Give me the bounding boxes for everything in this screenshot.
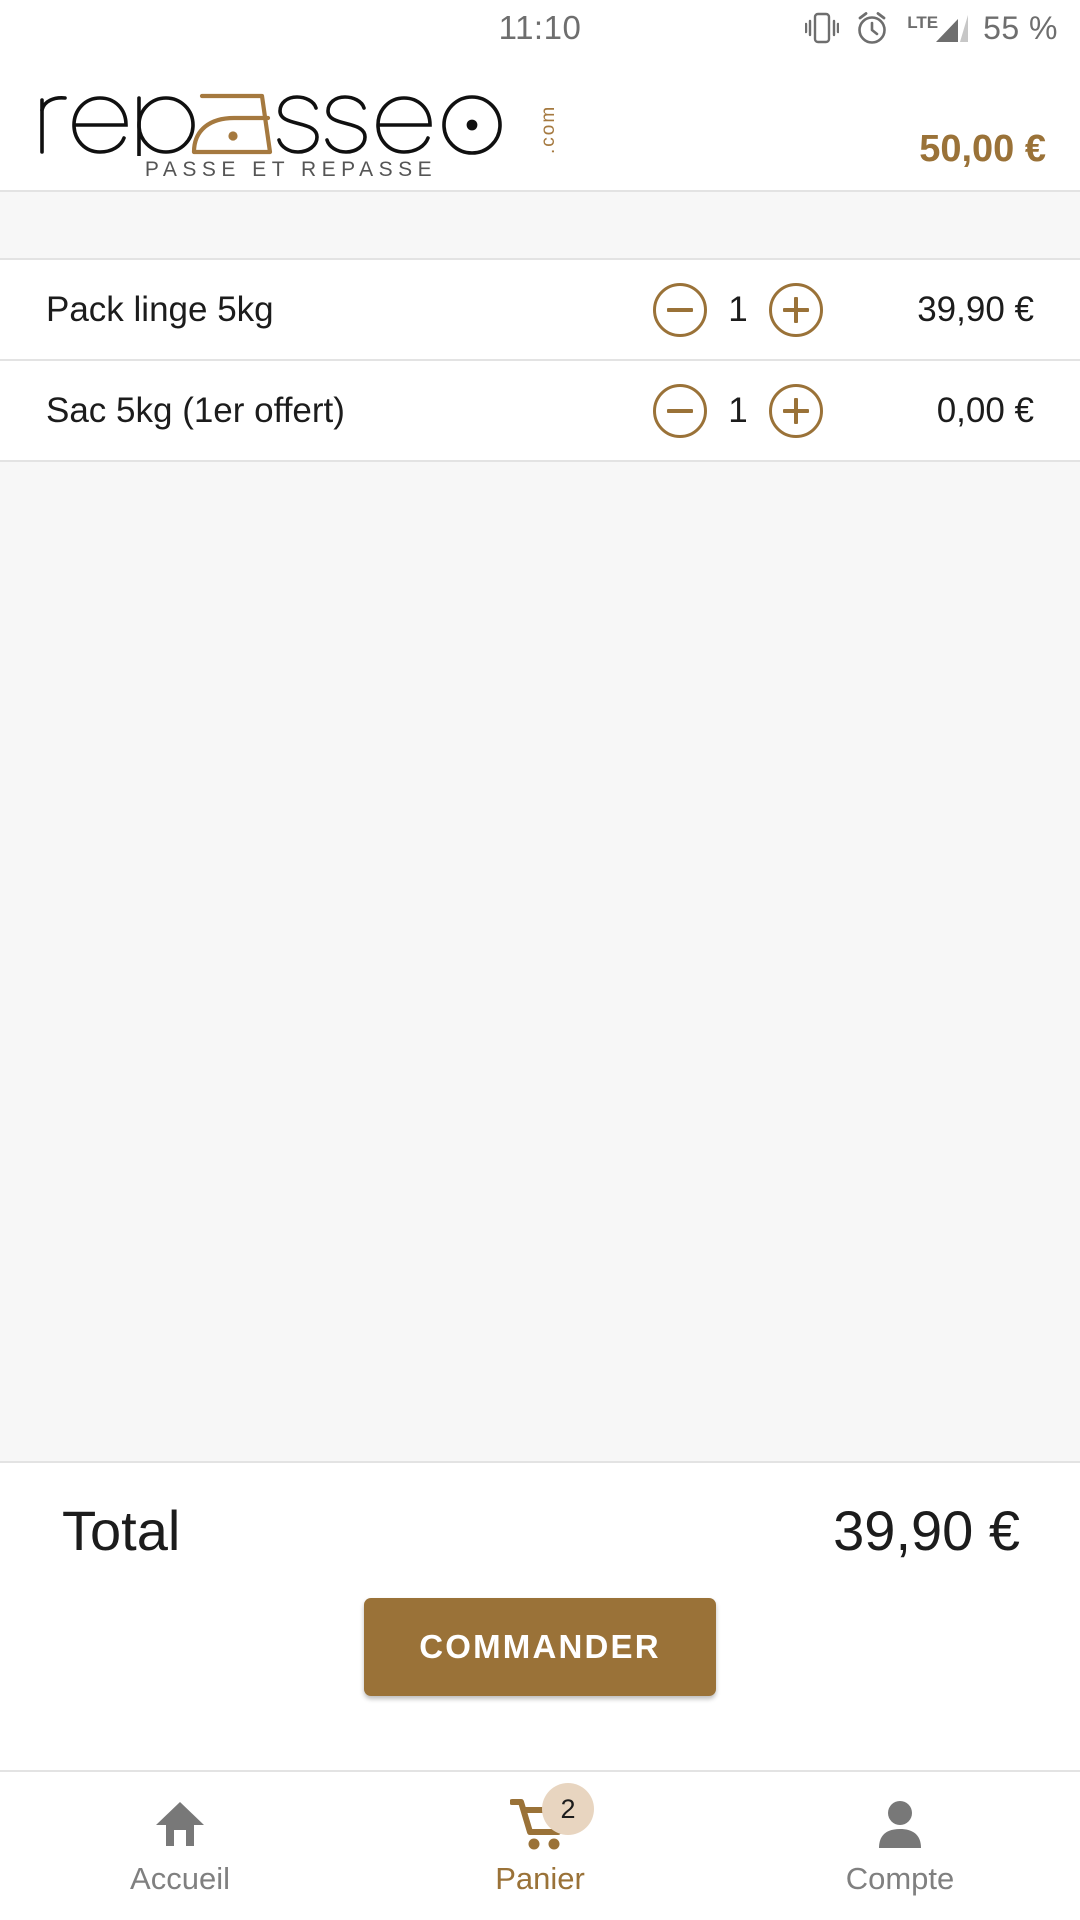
bottom-navigation: Accueil 2 Panier Compte	[0, 1770, 1080, 1920]
cart-badge: 2	[542, 1783, 594, 1835]
nav-item-panier[interactable]: 2 Panier	[360, 1772, 720, 1920]
brand-tagline: PASSE ET REPASSE	[144, 158, 438, 181]
cart-item-price: 39,90 €	[917, 289, 1034, 329]
decrease-quantity-button[interactable]	[653, 282, 707, 337]
plus-icon-v	[794, 397, 798, 424]
app-screen: 11:10 LTE 55 % .com PASSE ET REPASSE 50,…	[0, 0, 1080, 1920]
total-row: Total 39,90 €	[0, 1463, 1080, 1598]
cart-item-name: Sac 5kg (1er offert)	[46, 390, 345, 430]
cart-item-price: 0,00 €	[936, 390, 1034, 430]
nav-item-compte[interactable]: Compte	[720, 1772, 1080, 1920]
repasseo-logotype	[40, 93, 502, 156]
table-row[interactable]: Sac 5kg (1er offert) 1 0,00 €	[0, 361, 1080, 460]
home-icon	[152, 1795, 208, 1853]
logo-wordmark: .com	[34, 70, 574, 156]
order-button-zone: COMMANDER	[0, 1598, 1080, 1770]
nav-label-compte: Compte	[845, 1861, 955, 1896]
decrease-quantity-button[interactable]	[653, 383, 707, 438]
cart-top-spacer	[0, 192, 1080, 258]
total-label: Total	[62, 1499, 181, 1562]
nav-label-panier: Panier	[495, 1861, 585, 1896]
total-value: 39,90 €	[833, 1499, 1020, 1562]
minus-icon	[667, 307, 693, 312]
person-icon	[874, 1795, 926, 1853]
increase-quantity-button[interactable]	[769, 282, 823, 337]
quantity-stepper: 1	[653, 383, 823, 438]
status-icons: LTE 55 %	[805, 10, 1058, 47]
order-button[interactable]: COMMANDER	[364, 1598, 716, 1696]
vibrate-icon	[805, 10, 840, 46]
plus-icon-v	[794, 296, 798, 323]
cart-item-qty: 1	[728, 289, 748, 329]
brand-logo[interactable]: .com PASSE ET REPASSE	[34, 70, 574, 182]
cart-empty-area	[0, 462, 1080, 1461]
cart-item-qty: 1	[728, 390, 748, 430]
status-bar: 11:10 LTE 55 %	[0, 0, 1080, 56]
alarm-icon	[854, 10, 890, 46]
table-row[interactable]: Pack linge 5kg 1 39,90 €	[0, 260, 1080, 359]
quantity-stepper: 1	[653, 282, 823, 337]
battery-percent: 55 %	[983, 9, 1058, 46]
nav-item-accueil[interactable]: Accueil	[0, 1772, 360, 1920]
app-header: .com PASSE ET REPASSE 50,00 €	[0, 56, 1080, 190]
signal-icon: LTE	[905, 13, 969, 43]
cart-icon: 2	[510, 1783, 594, 1853]
nav-label-accueil: Accueil	[130, 1861, 230, 1896]
cart-item-name: Pack linge 5kg	[46, 289, 274, 329]
network-type-label: LTE	[907, 13, 939, 32]
minus-icon	[667, 408, 693, 413]
increase-quantity-button[interactable]	[769, 383, 823, 438]
wallet-amount: 50,00 €	[919, 128, 1046, 170]
dotcom-suffix: .com	[538, 104, 559, 154]
